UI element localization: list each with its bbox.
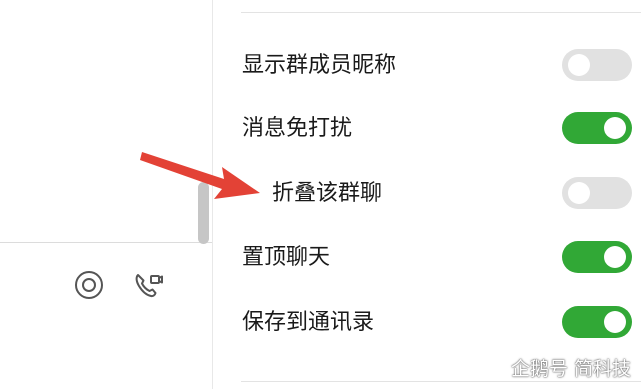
setting-label: 折叠该群聊 (272, 181, 383, 206)
setting-label: 消息免打扰 (242, 116, 353, 141)
setting-show-member-nickname: 显示群成员昵称 (240, 46, 641, 86)
target-icon[interactable] (72, 268, 106, 302)
toggle-knob (604, 311, 626, 333)
toggle-knob (568, 182, 590, 204)
setting-label: 显示群成员昵称 (242, 53, 397, 78)
save-to-contacts-toggle[interactable] (562, 306, 632, 338)
pin-chat-toggle[interactable] (562, 241, 632, 273)
settings-top-divider (241, 12, 641, 13)
input-area-divider (0, 242, 212, 243)
setting-do-not-disturb: 消息免打扰 (240, 109, 641, 149)
settings-bottom-divider (241, 381, 641, 382)
setting-fold-group-chat: 折叠该群聊 (240, 174, 641, 214)
annotation-arrow (138, 146, 264, 210)
watermark: 企鹅号 简科技 (483, 354, 631, 381)
watermark-text: 企鹅号 简科技 (510, 358, 631, 380)
setting-pin-chat: 置顶聊天 (240, 238, 641, 278)
setting-label: 置顶聊天 (242, 245, 331, 270)
toggle-knob (604, 117, 626, 139)
video-call-icon[interactable] (131, 268, 165, 302)
toggle-knob (604, 246, 626, 268)
toggle-knob (568, 54, 590, 76)
show-member-nickname-toggle[interactable] (562, 49, 632, 81)
do-not-disturb-toggle[interactable] (562, 112, 632, 144)
setting-label: 保存到通讯录 (242, 310, 375, 335)
setting-save-to-contacts: 保存到通讯录 (240, 303, 641, 343)
fold-group-chat-toggle[interactable] (562, 177, 632, 209)
penguin-logo-icon (483, 357, 505, 379)
